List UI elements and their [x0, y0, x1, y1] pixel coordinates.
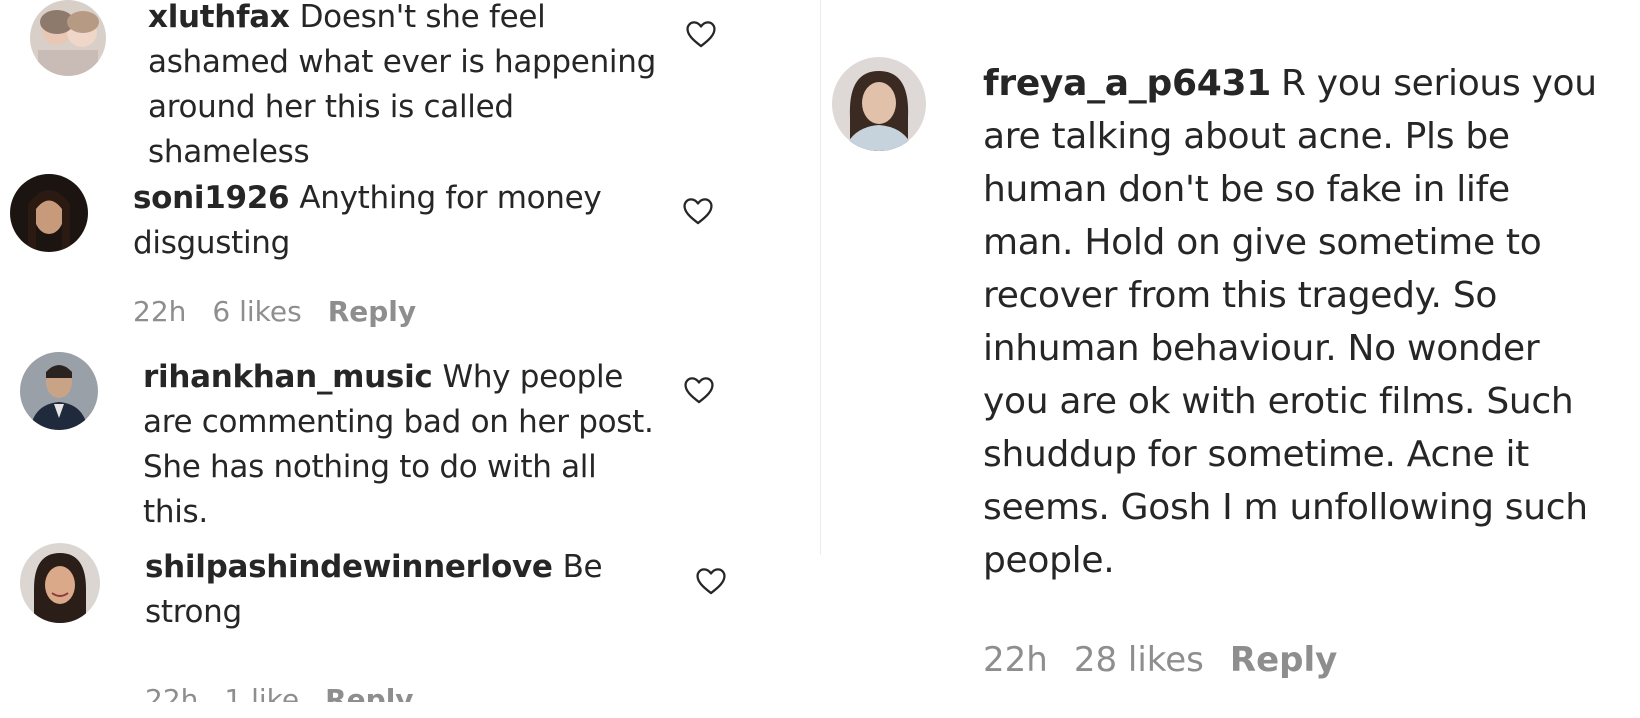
- comments-screenshot: xluthfax Doesn't she feel ashamed what ev…: [0, 0, 1640, 718]
- comment-text: soni1926 Anything for money disgusting: [133, 176, 653, 266]
- comment-username[interactable]: shilpashindewinnerlove: [145, 549, 553, 585]
- comment-likes[interactable]: 6 likes: [212, 295, 301, 328]
- comment-username[interactable]: soni1926: [133, 180, 290, 216]
- avatar[interactable]: [832, 57, 926, 151]
- avatar[interactable]: [10, 174, 88, 252]
- reply-button[interactable]: Reply: [1230, 640, 1337, 680]
- comment-username[interactable]: xluthfax: [148, 0, 290, 35]
- comment-meta: 22h 28 likes Reply: [983, 640, 1363, 680]
- heart-outline-icon[interactable]: [681, 194, 715, 228]
- comment-body: R you serious you are talking about acne…: [983, 63, 1597, 581]
- reply-button[interactable]: Reply: [328, 295, 416, 328]
- column-divider: [820, 0, 821, 555]
- comment-likes[interactable]: 28 likes: [1074, 640, 1204, 680]
- avatar[interactable]: [20, 543, 100, 623]
- avatar[interactable]: [30, 0, 106, 76]
- comment-username[interactable]: freya_a_p6431: [983, 63, 1271, 104]
- comment-text: freya_a_p6431 R you serious you are talki…: [983, 57, 1603, 587]
- comment-text: xluthfax Doesn't she feel ashamed what ev…: [148, 0, 668, 175]
- heart-outline-icon[interactable]: [682, 373, 716, 407]
- heart-outline-icon[interactable]: [684, 17, 718, 51]
- comment-time: 22h: [983, 640, 1048, 680]
- avatar[interactable]: [20, 352, 98, 430]
- comment-meta: 22h 6 likes Reply: [133, 295, 442, 328]
- comment-username[interactable]: rihankhan_music: [143, 359, 433, 395]
- bottom-edge-mask: [0, 702, 820, 718]
- comment-text: rihankhan_music Why people are commenting…: [143, 355, 663, 535]
- comment-text: shilpashindewinnerlove Be strong: [145, 545, 665, 635]
- heart-outline-icon[interactable]: [694, 564, 728, 598]
- comment-time: 22h: [133, 295, 187, 328]
